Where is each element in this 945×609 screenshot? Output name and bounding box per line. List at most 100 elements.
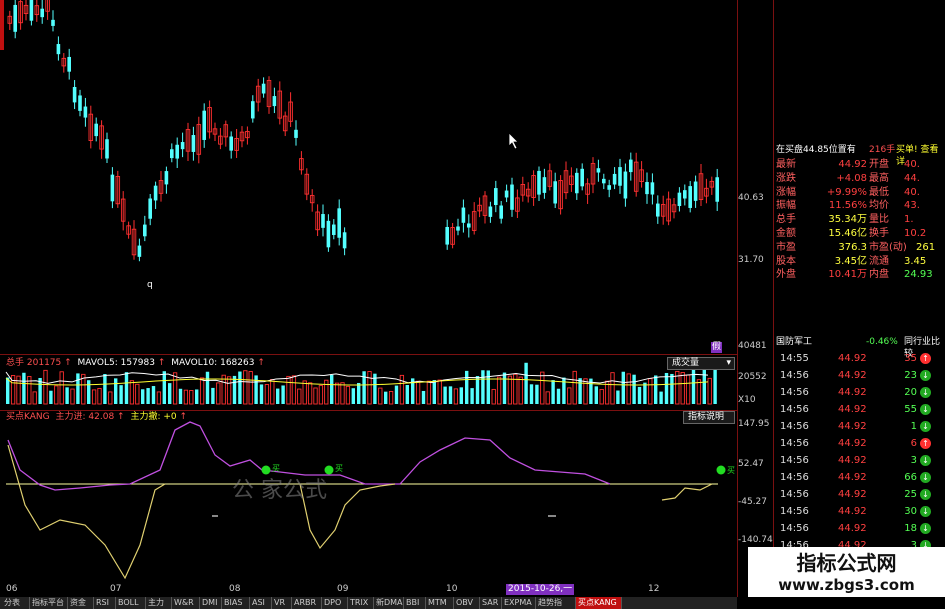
- volume-bar: [297, 388, 302, 405]
- volume-bar: [114, 378, 118, 404]
- tab-16[interactable]: MTM: [426, 597, 454, 609]
- ind-tick-3: -45.27: [738, 497, 768, 507]
- tab-14[interactable]: 新DMA: [374, 597, 404, 609]
- quote-row: 股本 3.45亿 流通 3.45: [774, 256, 945, 268]
- sector-change: -0.46%: [866, 337, 898, 347]
- trade-time: 14:56: [780, 523, 809, 534]
- chart-right-border: [737, 0, 738, 597]
- candle-body: [656, 203, 660, 217]
- indicator-dash: [548, 515, 556, 517]
- site-banner: 指标公式网 www.zbgs3.com: [748, 547, 945, 597]
- quote-field-value: 40.: [904, 159, 920, 170]
- tab-18[interactable]: SAR: [480, 597, 502, 609]
- kline-chart[interactable]: [0, 0, 737, 597]
- candle-body: [612, 173, 617, 185]
- price-low-mark: q: [147, 280, 153, 290]
- quote-field-label: 振幅: [776, 200, 796, 212]
- down-arrow-icon: ↓: [920, 472, 931, 483]
- trade-price: 44.92: [838, 387, 867, 398]
- tab-3[interactable]: RSI: [94, 597, 116, 609]
- volume-bar: [156, 391, 162, 405]
- tab-8[interactable]: BIAS: [222, 597, 250, 609]
- candle-body: [272, 96, 277, 107]
- candle-body: [56, 44, 61, 55]
- trade-volume: 25: [904, 489, 917, 500]
- sector-name[interactable]: 国防军工: [776, 336, 812, 348]
- tab-9[interactable]: ASI: [250, 597, 272, 609]
- tab-7[interactable]: DMI: [200, 597, 222, 609]
- quote-field-value: 10.41万: [828, 269, 867, 281]
- volume-bar: [481, 370, 485, 404]
- volume-bar: [670, 373, 674, 404]
- trade-volume: 66: [904, 472, 917, 483]
- up-arrow-icon: ↑: [257, 358, 265, 368]
- tab-5[interactable]: 主力: [146, 597, 172, 609]
- volume-bar: [610, 372, 615, 405]
- volume-bar: [578, 378, 582, 404]
- trade-row: 14:56 44.92 30 ↓: [774, 503, 945, 520]
- vol-value: 201175: [26, 358, 62, 368]
- trade-row: 14:56 44.92 66 ↓: [774, 469, 945, 486]
- tab-19[interactable]: EXPMA: [502, 597, 536, 609]
- volume-select-button[interactable]: 成交量 ▾: [667, 357, 735, 370]
- volume-bar: [518, 376, 523, 405]
- tab-0[interactable]: 分表: [2, 597, 30, 609]
- vol-label: 总手: [6, 358, 25, 368]
- tab-2[interactable]: 资金: [68, 597, 94, 609]
- x-label-10: 10: [446, 584, 458, 594]
- tab-15[interactable]: BBI: [404, 597, 426, 609]
- volume-bar: [475, 376, 480, 404]
- tab-10[interactable]: VR: [272, 597, 292, 609]
- indicator-help-button[interactable]: 指标说明: [683, 411, 735, 424]
- volume-bar: [254, 375, 258, 404]
- candle-body: [332, 224, 336, 235]
- candle-body: [153, 185, 158, 201]
- volume-bar: [243, 370, 248, 405]
- tab-4[interactable]: BOLL: [116, 597, 146, 609]
- trade-volume: 35: [904, 353, 917, 364]
- volume-bar: [659, 391, 663, 404]
- candle-body: [191, 135, 196, 152]
- volume-bar: [583, 378, 588, 405]
- candle-body: [602, 178, 606, 184]
- trade-row: 14:56 44.92 1 ↓: [774, 418, 945, 435]
- x-label-06: 06: [6, 584, 18, 594]
- candle-body: [456, 226, 460, 231]
- trade-price: 44.92: [838, 506, 867, 517]
- tab-12[interactable]: DPO: [322, 597, 348, 609]
- volume-bar: [286, 375, 291, 405]
- volume-bar: [545, 391, 550, 405]
- ind-tick-4: -140.74: [738, 535, 773, 545]
- vol-tick-3: X10: [738, 395, 756, 405]
- volume-bar: [426, 380, 432, 405]
- tab-21[interactable]: 买点KANG: [576, 597, 622, 609]
- tab-6[interactable]: W&R: [172, 597, 200, 609]
- candle-body: [40, 8, 44, 18]
- volume-bar: [32, 391, 37, 405]
- trade-price: 44.92: [838, 523, 867, 534]
- tab-1[interactable]: 指标平台: [30, 597, 68, 609]
- trade-volume: 20: [904, 387, 917, 398]
- quote-field-label: 流通: [869, 255, 889, 267]
- volume-bar: [307, 382, 313, 405]
- tab-13[interactable]: TRIX: [348, 597, 374, 609]
- tab-11[interactable]: ARBR: [292, 597, 322, 609]
- buy-signal-dot: [716, 465, 726, 475]
- volume-select-label: 成交量: [672, 358, 700, 368]
- quote-field-value: 10.2: [904, 228, 927, 239]
- quote-field-label: 涨幅: [776, 186, 796, 198]
- site-title: 指标公式网: [796, 551, 897, 575]
- volume-bar: [357, 382, 361, 404]
- tab-20[interactable]: 趋势指: [536, 597, 576, 609]
- volume-bar: [535, 384, 539, 404]
- volume-bar: [340, 382, 345, 405]
- volume-bar: [567, 387, 572, 405]
- candle-body: [650, 182, 655, 195]
- candle-body: [461, 207, 466, 223]
- volume-bar: [264, 384, 270, 405]
- tab-17[interactable]: OBV: [454, 597, 480, 609]
- trade-price: 44.92: [838, 370, 867, 381]
- indicator-header: 买点KANG 主力进: 42.08 ↑ 主力撤: +0 ↑: [6, 412, 187, 423]
- volume-bar: [378, 387, 383, 405]
- quote-header-mid: 216手: [869, 145, 896, 155]
